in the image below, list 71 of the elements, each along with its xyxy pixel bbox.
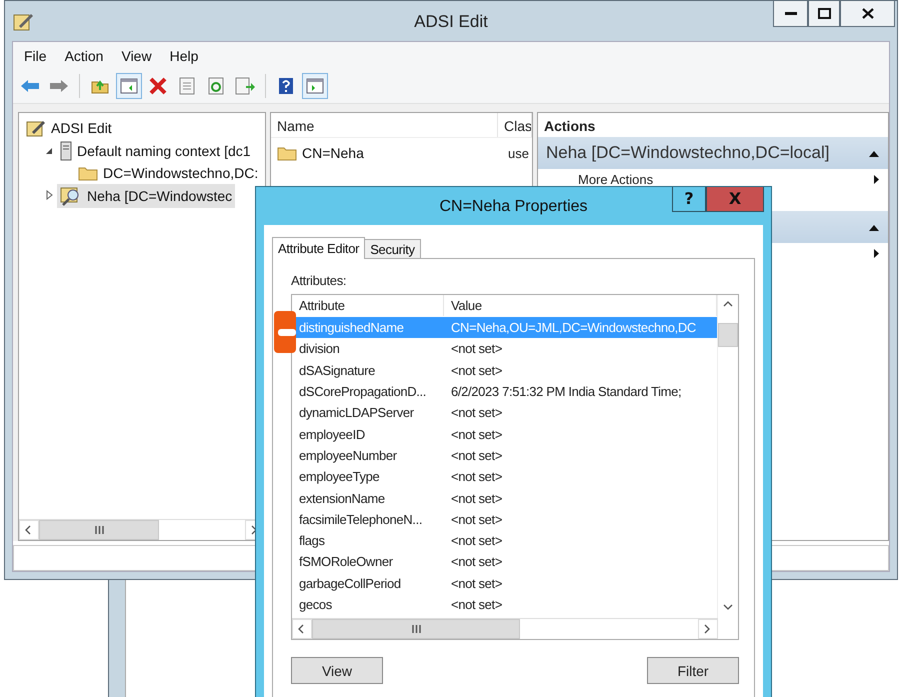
attribute-row[interactable]: flags <not set>	[292, 530, 717, 552]
tree-item[interactable]: ADSI Edit	[23, 117, 115, 140]
horizontal-scrollbar[interactable]	[292, 618, 718, 639]
list-item[interactable]: CN=Neha	[271, 145, 504, 161]
dialog-title: CN=Neha Properties	[439, 198, 588, 216]
attribute-row[interactable]: employeeNumber <not set>	[292, 444, 717, 466]
actions-header: Actions	[543, 117, 596, 136]
attribute-row[interactable]: dynamicLDAPServer <not set>	[292, 402, 717, 424]
attribute-row[interactable]: gecos <not set>	[292, 594, 717, 616]
attribute-row[interactable]: division <not set>	[292, 338, 717, 360]
pane-layout-icon	[306, 78, 324, 94]
menu-item[interactable]: Action	[58, 46, 110, 66]
attribute-row[interactable]: garbageCollPeriod <not set>	[292, 572, 717, 594]
menu-item[interactable]: Help	[162, 46, 206, 66]
help-button[interactable]: ?	[672, 187, 706, 212]
expanded-arrow-icon[interactable]	[45, 146, 53, 155]
menu-item[interactable]: File	[17, 46, 54, 66]
show-action-pane-button[interactable]	[302, 73, 328, 99]
class-cell-text: use	[507, 146, 529, 160]
properties-icon	[179, 77, 195, 95]
grip-icon	[94, 526, 104, 534]
close-button[interactable]	[840, 1, 895, 27]
scrollbar-thumb[interactable]	[39, 520, 159, 540]
attribute-row[interactable]: extensionName <not set>	[292, 487, 717, 509]
forward-arrow-icon	[49, 79, 69, 93]
maximize-icon	[818, 8, 830, 19]
grip-icon	[412, 625, 420, 633]
refresh-icon	[208, 77, 224, 95]
attribute-row[interactable]: dSCorePropagationD... 6/2/2023 7:51:32 PM India Standard Time;	[292, 380, 717, 402]
app-icon	[13, 11, 33, 31]
tab[interactable]: Attribute Editor	[272, 237, 366, 259]
help-icon	[278, 77, 294, 95]
close-button[interactable]: X	[706, 187, 764, 212]
dialog-button[interactable]: Filter	[647, 657, 739, 684]
attribute-row[interactable]: dSASignature <not set>	[292, 360, 717, 381]
export-list-icon	[235, 77, 255, 95]
tree-item[interactable]: DC=Windowstechno,DC:	[75, 163, 262, 184]
tree-item[interactable]: Neha [DC=Windowstec	[57, 184, 236, 208]
attributes-label: Attributes:	[291, 273, 348, 288]
server-icon	[60, 140, 72, 161]
scrollbar-thumb[interactable]	[718, 323, 738, 347]
back-arrow-icon	[20, 79, 40, 93]
pencil-document-icon	[26, 119, 46, 138]
attribute-row[interactable]: facsimileTelephoneN... <not set>	[292, 508, 717, 530]
dialog-button[interactable]: View	[291, 657, 383, 684]
folder-icon	[277, 145, 297, 161]
folder-icon	[78, 165, 98, 182]
close-icon	[862, 8, 874, 19]
tree-item[interactable]: Default naming context [dc1	[57, 138, 254, 163]
show-tree-button[interactable]	[116, 73, 142, 99]
scrollbar-thumb[interactable]	[312, 619, 520, 639]
collapsed-arrow-icon[interactable]	[46, 190, 52, 200]
vertical-scrollbar[interactable]	[717, 295, 738, 618]
attribute-row[interactable]: employeeType <not set>	[292, 466, 717, 488]
attribute-row[interactable]: employeeID <not set>	[292, 423, 717, 445]
maximize-button[interactable]	[808, 1, 840, 27]
tab[interactable]: Security	[364, 239, 421, 259]
minimize-button[interactable]	[773, 1, 808, 27]
folder-up-icon	[91, 78, 109, 94]
action-item[interactable]: More Actions	[538, 169, 888, 189]
attribute-row[interactable]: fSMORoleOwner <not set>	[292, 551, 717, 573]
menu-item[interactable]: View	[114, 46, 159, 66]
pane-layout-icon	[120, 78, 138, 94]
column-header[interactable]: Name	[271, 113, 498, 137]
delete-icon	[149, 77, 167, 95]
collapse-arrow-icon	[868, 224, 880, 232]
action-group-header[interactable]: Neha [DC=Windowstechno,DC=local]	[538, 137, 888, 169]
window-title: ADSI Edit	[414, 12, 488, 32]
column-header[interactable]: Value	[444, 295, 717, 316]
collapse-arrow-icon	[868, 150, 880, 158]
minimize-icon	[784, 12, 796, 16]
